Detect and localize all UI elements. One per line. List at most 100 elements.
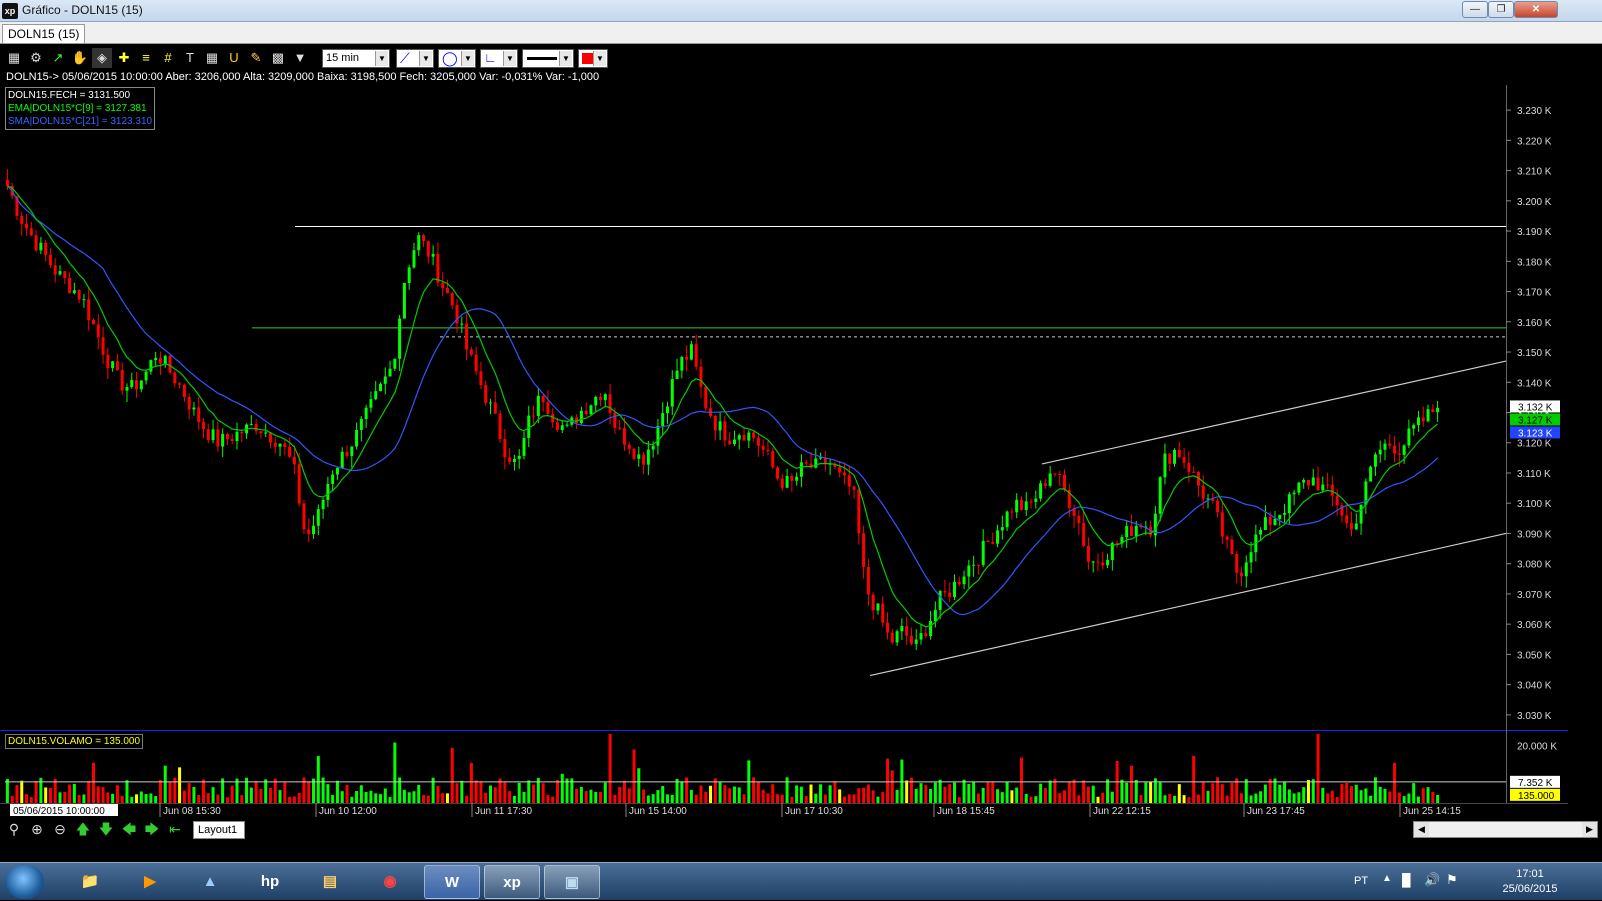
arrow-up-icon[interactable]: 🡅 bbox=[73, 820, 93, 838]
scroll-right-icon[interactable]: ▶ bbox=[1582, 822, 1597, 837]
xp-icon[interactable]: xp bbox=[484, 865, 540, 899]
candle-body bbox=[1058, 474, 1062, 476]
arrow-down-icon[interactable]: 🡇 bbox=[96, 820, 116, 838]
media-player-icon[interactable]: ▶ bbox=[122, 865, 178, 899]
volume-bar bbox=[890, 770, 894, 803]
volume-bar bbox=[426, 795, 430, 803]
candle-body bbox=[221, 433, 225, 447]
candle-body bbox=[1029, 501, 1033, 503]
tab-doln15[interactable]: DOLN15 (15) bbox=[2, 24, 86, 43]
close-button[interactable]: ✕ bbox=[1514, 1, 1558, 18]
volume-bar bbox=[986, 781, 990, 803]
candle-body bbox=[608, 394, 612, 413]
time-tick-label: Jun 08 15:30 bbox=[163, 806, 221, 817]
candle-body bbox=[1292, 492, 1296, 495]
tray-expand-icon[interactable]: ▲ bbox=[1382, 873, 1392, 884]
candle-body bbox=[1350, 523, 1354, 530]
candle-body bbox=[933, 609, 937, 621]
candle-body bbox=[1287, 494, 1291, 514]
candle-body bbox=[1101, 562, 1105, 566]
candle-body bbox=[474, 354, 478, 372]
word-icon[interactable]: W bbox=[424, 865, 480, 899]
volume-bar bbox=[326, 784, 330, 803]
flag-icon[interactable]: ⚑ bbox=[1446, 872, 1458, 888]
candle-body bbox=[1278, 514, 1282, 519]
clock[interactable]: 17:01 25/06/2015 bbox=[1490, 867, 1570, 897]
candle-body bbox=[1182, 456, 1186, 463]
candle-body bbox=[704, 386, 708, 409]
clock-date: 25/06/2015 bbox=[1502, 883, 1558, 895]
volume-bar bbox=[1345, 782, 1349, 803]
arrow-first-icon[interactable]: ⇤ bbox=[165, 820, 185, 838]
volume-bar bbox=[202, 779, 206, 803]
candle-body bbox=[312, 525, 316, 534]
volume-bar bbox=[469, 763, 473, 803]
arrow-left-icon[interactable]: 🡄 bbox=[119, 820, 139, 838]
signal-icon[interactable]: █ bbox=[1402, 873, 1411, 887]
zoom-in-icon[interactable]: ⊕ bbox=[27, 820, 47, 838]
restore-button[interactable]: ❐ bbox=[1488, 1, 1514, 18]
volume-bar bbox=[780, 794, 784, 803]
volume-bar bbox=[766, 793, 770, 803]
arrow-right-icon[interactable]: 🡆 bbox=[142, 820, 162, 838]
volume-bar bbox=[1373, 777, 1377, 803]
price-chart-canvas[interactable]: 3.230 K 3.220 K 3.210 K 3.200 K 3.190 K 3.180… bbox=[0, 45, 1602, 835]
candle-body bbox=[1259, 529, 1263, 535]
photo-viewer-icon[interactable]: ▣ bbox=[544, 865, 600, 899]
candle-body bbox=[752, 432, 756, 438]
volume-bar bbox=[1182, 795, 1186, 803]
scanner-icon[interactable]: ▤ bbox=[302, 865, 358, 899]
candle-body bbox=[1168, 453, 1172, 464]
window-titlebar: xp Gráfico - DOLN15 (15) — ❐ ✕ bbox=[0, 0, 1602, 22]
layout-tab[interactable]: Layout1 bbox=[193, 821, 245, 839]
candle-body bbox=[747, 432, 751, 441]
candle-body bbox=[302, 503, 306, 530]
language-indicator[interactable]: PT bbox=[1354, 875, 1368, 887]
volume-bar bbox=[34, 781, 38, 803]
candle-body bbox=[202, 422, 206, 430]
candle-body bbox=[417, 235, 421, 251]
zoom-out-icon[interactable]: ⊖ bbox=[50, 820, 70, 838]
candle-body bbox=[225, 433, 229, 440]
volume-bar bbox=[192, 786, 196, 803]
horizontal-scrollbar[interactable]: ◀ ▶ bbox=[1413, 821, 1598, 838]
hp-icon[interactable]: hp bbox=[242, 865, 298, 899]
candle-body bbox=[1397, 453, 1401, 455]
volume-bar bbox=[771, 784, 775, 803]
folder-icon[interactable]: 📁 bbox=[62, 865, 118, 899]
scroll-left-icon[interactable]: ◀ bbox=[1414, 822, 1429, 837]
network-icon[interactable]: ▲ bbox=[182, 865, 238, 899]
zoom-icon[interactable]: ⚲ bbox=[4, 820, 24, 838]
volume-bar bbox=[933, 782, 937, 803]
volume-bar bbox=[661, 786, 665, 803]
candle-body bbox=[589, 405, 593, 415]
volume-bar bbox=[72, 783, 76, 803]
candle-body bbox=[924, 633, 928, 637]
volume-bar bbox=[168, 781, 172, 803]
volume-bar bbox=[25, 794, 29, 803]
chrome-icon[interactable]: ◉ bbox=[362, 865, 418, 899]
candle-body bbox=[665, 406, 669, 414]
volume-bar bbox=[613, 794, 617, 803]
candle-body bbox=[178, 383, 182, 385]
volume-icon[interactable]: 🔊 bbox=[1424, 872, 1440, 888]
candle-body bbox=[579, 410, 583, 424]
volume-bar bbox=[952, 782, 956, 803]
volume-bar bbox=[1187, 797, 1191, 803]
volume-bar bbox=[1053, 778, 1057, 803]
volume-bar bbox=[460, 780, 464, 803]
volume-bar bbox=[1383, 788, 1387, 803]
volume-bar bbox=[637, 768, 641, 803]
price-tick-label: 3.080 K bbox=[1517, 560, 1552, 571]
volume-bar bbox=[345, 784, 349, 803]
start-button[interactable] bbox=[6, 865, 44, 899]
candle-body bbox=[359, 419, 363, 430]
minimize-button[interactable]: — bbox=[1462, 1, 1488, 18]
candle-body bbox=[158, 357, 162, 364]
volume-bar bbox=[819, 784, 823, 803]
volume-bar bbox=[216, 794, 220, 803]
volume-bar bbox=[120, 795, 124, 803]
candle-body bbox=[1273, 518, 1277, 525]
price-tick-label: 3.200 K bbox=[1517, 197, 1552, 208]
candle-body bbox=[182, 384, 186, 397]
